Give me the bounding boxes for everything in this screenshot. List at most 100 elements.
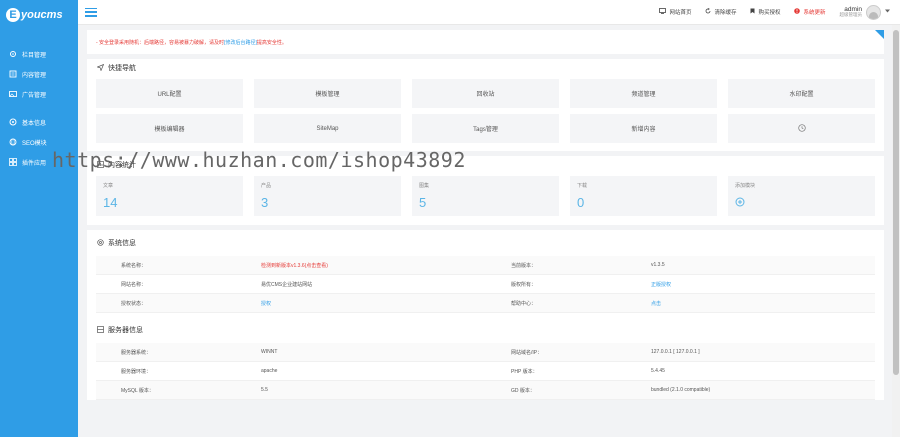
menu-toggle-icon[interactable] bbox=[85, 7, 97, 17]
quick-nav-watermark[interactable]: 水印配置 bbox=[728, 79, 875, 108]
info-key: 帮助中心： bbox=[511, 300, 537, 307]
page-scrollbar[interactable] bbox=[892, 25, 900, 437]
system-update-label: 系统更新 bbox=[803, 10, 826, 16]
table-row: MySQL 版本： 5.5 GD 版本： bundled (2.1.0 comp… bbox=[96, 381, 875, 400]
sidebar-item-columns[interactable]: 栏目管理 bbox=[0, 44, 78, 64]
quick-nav-sitemap[interactable]: SiteMap bbox=[254, 114, 401, 143]
info-key: 系统名称： bbox=[121, 262, 147, 269]
info-key: PHP 版本： bbox=[511, 368, 538, 375]
system-info-table: 系统名称： 检测到新版本v1.3.6(点击查看) 当前版本： v1.3.5 网站… bbox=[87, 256, 884, 313]
table-row: 授权状态： 授权 帮助中心： 点击 bbox=[96, 294, 875, 313]
notice-text: - 安全登录采用随机：后端路径，容易被暴力破解，请及时 bbox=[96, 39, 225, 46]
sidebar-item-label: 基本信息 bbox=[22, 120, 47, 127]
info-key: 当前版本： bbox=[511, 262, 537, 269]
quick-nav-template[interactable]: 模板管理 bbox=[254, 79, 401, 108]
image-icon bbox=[9, 90, 17, 98]
sidebar-item-label: 插件应用 bbox=[22, 160, 47, 167]
grid-icon bbox=[9, 158, 17, 166]
stat-value: 0 bbox=[577, 195, 585, 210]
refresh-icon bbox=[705, 7, 711, 16]
plus-circle-icon bbox=[797, 123, 806, 134]
stat-card-articles[interactable]: 文章 14 bbox=[96, 176, 243, 216]
info-key: 网站名称： bbox=[121, 281, 147, 288]
server-info-table: 服务器系统： WINNT 网站域名/IP： 127.0.0.1 [ 127.0.… bbox=[87, 343, 884, 400]
stat-label: 图集 bbox=[419, 183, 430, 189]
quick-nav-channel[interactable]: 频道管理 bbox=[570, 79, 717, 108]
server-info-title: 服务器信息 bbox=[87, 317, 884, 343]
update-available-link[interactable]: 检测到新版本v1.3.6(点击查看) bbox=[236, 262, 486, 269]
info-value: WINNT bbox=[261, 349, 278, 355]
sidebar-item-basic[interactable]: 基本信息 bbox=[0, 112, 78, 132]
license-link[interactable]: 授权 bbox=[236, 300, 486, 307]
sidebar: E youcms 栏目管理 内容管理 广告管理 基本信息 SEO模块 插件应用 bbox=[0, 0, 78, 437]
top-actions: 网站首页 清除缓存 购买授权 系统更新 admin 超级管理员 bbox=[659, 4, 890, 20]
clear-cache-button[interactable]: 清除缓存 bbox=[705, 7, 737, 16]
buy-license-button[interactable]: 购买授权 bbox=[750, 8, 780, 16]
table-row: 网站名称： 易优CMS企业建站网站 版权所有： 正版授权 bbox=[96, 275, 875, 294]
info-key: GD 版本： bbox=[511, 387, 535, 394]
quick-nav-title-text: 快捷导航 bbox=[108, 65, 136, 72]
info-value: bundled (2.1.0 compatible) bbox=[651, 387, 711, 393]
sidebar-item-ads[interactable]: 广告管理 bbox=[0, 84, 78, 104]
stat-label: 添加模块 bbox=[735, 183, 756, 189]
server-icon bbox=[97, 325, 104, 335]
info-value: 127.0.0.1 [ 127.0.0.1 ] bbox=[651, 349, 700, 355]
logo[interactable]: E youcms bbox=[0, 0, 78, 30]
user-role: 超级管理员 bbox=[839, 12, 863, 18]
bookmark-icon bbox=[750, 8, 755, 16]
stat-label: 产品 bbox=[261, 183, 272, 189]
info-gear-icon bbox=[97, 238, 104, 248]
caret-down-icon[interactable] bbox=[885, 9, 890, 15]
logo-mark: E bbox=[6, 8, 20, 22]
quick-nav-add-content[interactable]: 新增内容 bbox=[570, 114, 717, 143]
site-home-button[interactable]: 网站首页 bbox=[659, 8, 691, 16]
stat-label: 文章 bbox=[103, 183, 114, 189]
copyright-link[interactable]: 正版授权 bbox=[626, 281, 875, 288]
notice-link[interactable]: [修改后台路径] bbox=[224, 39, 257, 46]
info-value: 5.4.45 bbox=[651, 368, 665, 374]
stat-value: 14 bbox=[103, 195, 118, 210]
table-row: 服务器系统： WINNT 网站域名/IP： 127.0.0.1 [ 127.0.… bbox=[96, 343, 875, 362]
quick-nav-template-editor[interactable]: 模板编辑器 bbox=[96, 114, 243, 143]
help-center-link[interactable]: 点击 bbox=[626, 300, 875, 307]
info-value: 5.5 bbox=[261, 387, 268, 393]
sidebar-item-label: 广告管理 bbox=[22, 92, 47, 99]
user-menu[interactable]: admin 超级管理员 bbox=[839, 4, 890, 20]
avatar[interactable] bbox=[866, 4, 881, 20]
stat-card-products[interactable]: 产品 3 bbox=[254, 176, 401, 216]
topbar: 网站首页 清除缓存 购买授权 系统更新 admin 超级管理员 bbox=[78, 0, 900, 25]
clear-cache-label: 清除缓存 bbox=[714, 10, 737, 16]
info-key: 服务器系统： bbox=[121, 349, 152, 356]
sidebar-item-label: 栏目管理 bbox=[22, 52, 47, 59]
quick-nav-grid: URL配置 模板管理 回收站 频道管理 水印配置 模板编辑器 SiteMap T… bbox=[87, 77, 884, 151]
stat-value: 5 bbox=[419, 195, 427, 210]
sidebar-item-label: SEO模块 bbox=[22, 140, 47, 147]
main-content: - 安全登录采用随机：后端路径，容易被暴力破解，请及时 [修改后台路径] 提高安… bbox=[87, 30, 884, 405]
quick-nav-panel: 快捷导航 URL配置 模板管理 回收站 频道管理 水印配置 模板编辑器 Site… bbox=[87, 59, 884, 151]
stat-card-downloads[interactable]: 下载 0 bbox=[570, 176, 717, 216]
notice-suffix: 提高安全性。 bbox=[256, 39, 287, 46]
send-icon bbox=[96, 63, 105, 73]
table-row: 系统名称： 检测到新版本v1.3.6(点击查看) 当前版本： v1.3.5 bbox=[96, 256, 875, 275]
watermark: https://www.huzhan.com/ishop43892 bbox=[52, 148, 466, 172]
quick-nav-add[interactable] bbox=[728, 114, 875, 143]
security-notice: - 安全登录采用随机：后端路径，容易被暴力破解，请及时 [修改后台路径] 提高安… bbox=[87, 30, 884, 54]
quick-nav-title: 快捷导航 bbox=[87, 59, 884, 77]
server-info-title-text: 服务器信息 bbox=[108, 327, 143, 334]
info-key: MySQL 版本： bbox=[121, 387, 154, 394]
quick-nav-url[interactable]: URL配置 bbox=[96, 79, 243, 108]
info-value: v1.3.5 bbox=[651, 262, 665, 268]
system-info-title-text: 系统信息 bbox=[108, 240, 136, 247]
stat-card-add-module[interactable]: 添加模块 bbox=[728, 176, 875, 216]
logo-text: youcms bbox=[21, 9, 63, 21]
scroll-thumb[interactable] bbox=[893, 30, 899, 375]
sidebar-item-label: 内容管理 bbox=[22, 72, 47, 79]
sidebar-item-content[interactable]: 内容管理 bbox=[0, 64, 78, 84]
quick-nav-tags[interactable]: Tags管理 bbox=[412, 114, 559, 143]
info-value: 易优CMS企业建站网站 bbox=[261, 281, 313, 288]
document-icon bbox=[9, 70, 17, 78]
stat-card-images[interactable]: 图集 5 bbox=[412, 176, 559, 216]
quick-nav-recycle[interactable]: 回收站 bbox=[412, 79, 559, 108]
system-info-panel: 系统信息 系统名称： 检测到新版本v1.3.6(点击查看) 当前版本： v1.3… bbox=[87, 230, 884, 400]
system-update-button[interactable]: 系统更新 bbox=[794, 8, 826, 16]
